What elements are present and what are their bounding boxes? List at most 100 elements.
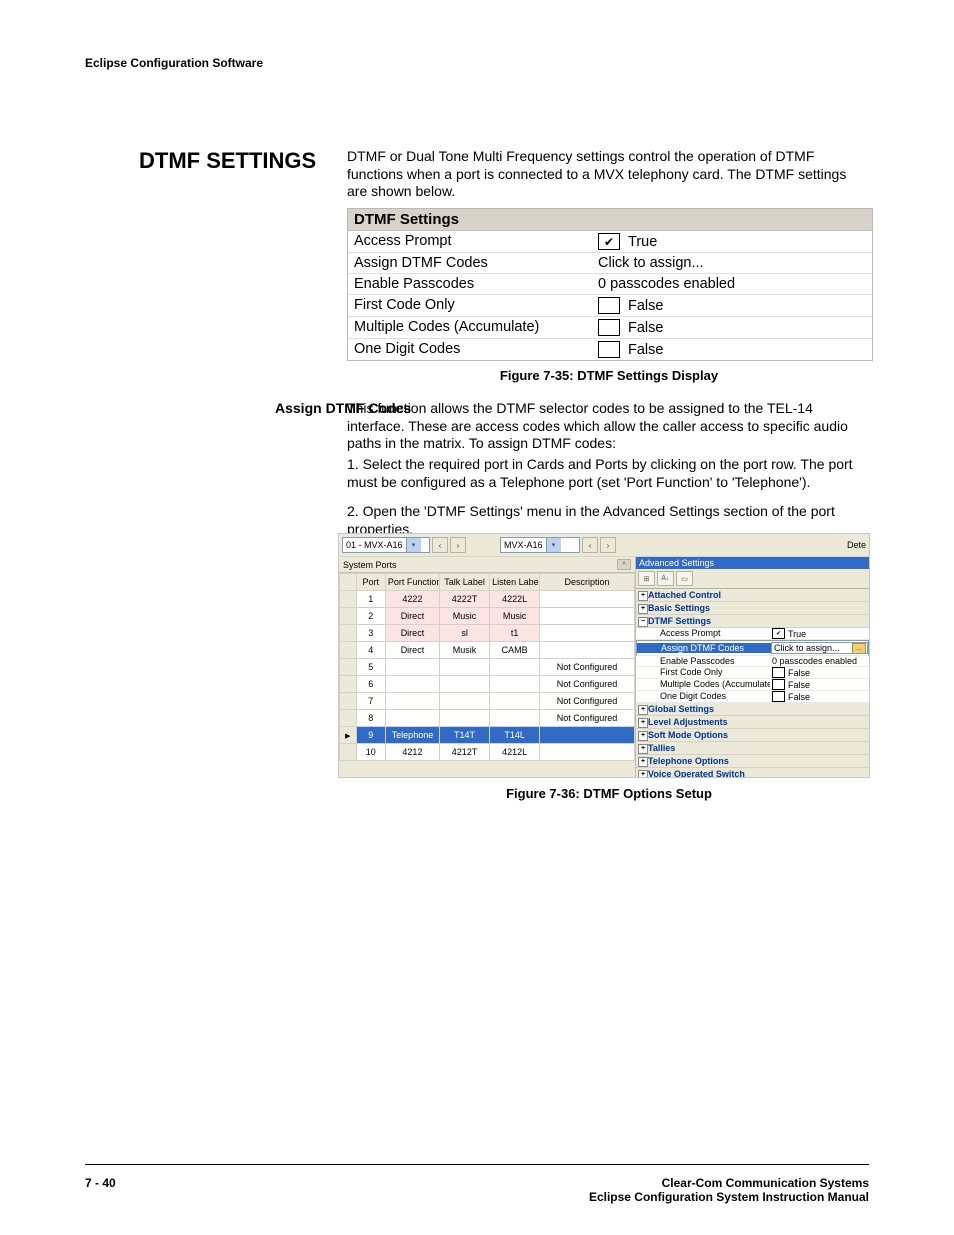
property-category[interactable]: +Tallies — [636, 742, 869, 755]
cell[interactable] — [540, 642, 635, 659]
expand-icon[interactable]: + — [638, 718, 648, 728]
property-value[interactable]: ✔True — [770, 628, 869, 639]
cell[interactable]: sl — [440, 625, 490, 642]
property-value[interactable]: Click to assign...… — [771, 642, 868, 654]
property-value[interactable]: False — [770, 667, 869, 678]
cell[interactable]: 4222T — [440, 591, 490, 608]
property-category[interactable]: +Soft Mode Options — [636, 729, 869, 742]
cell[interactable] — [540, 591, 635, 608]
device-select[interactable]: MVX-A16 ▾ — [500, 537, 580, 553]
cell[interactable]: 4212 — [385, 744, 439, 761]
cell[interactable]: t1 — [490, 625, 540, 642]
expand-icon[interactable]: + — [638, 591, 648, 601]
cell[interactable]: Music — [490, 608, 540, 625]
prev-device-button[interactable]: ‹ — [582, 537, 598, 553]
cell[interactable]: 8 — [356, 710, 385, 727]
cell[interactable] — [540, 727, 635, 744]
cell[interactable] — [385, 676, 439, 693]
cell[interactable]: Music — [440, 608, 490, 625]
cell[interactable] — [440, 693, 490, 710]
cell[interactable]: 7 — [356, 693, 385, 710]
row-selector[interactable] — [340, 642, 357, 659]
property-value[interactable]: 0 passcodes enabled — [770, 656, 869, 666]
cell[interactable]: Not Configured — [540, 693, 635, 710]
checkbox-icon[interactable]: ✔ — [598, 233, 620, 250]
checkbox-icon[interactable] — [598, 319, 620, 336]
chevron-down-icon[interactable]: ▾ — [406, 538, 421, 552]
table-row[interactable]: 5 Not Configured — [340, 659, 635, 676]
cell[interactable]: 10 — [356, 744, 385, 761]
table-row[interactable]: 3Directslt1 — [340, 625, 635, 642]
property-row[interactable]: Enable Passcodes0 passcodes enabled — [636, 656, 869, 667]
checkbox-icon[interactable] — [772, 691, 785, 702]
cell[interactable]: 3 — [356, 625, 385, 642]
row-selector[interactable] — [340, 591, 357, 608]
cell[interactable]: 1 — [356, 591, 385, 608]
expand-icon[interactable]: + — [638, 757, 648, 767]
property-category[interactable]: +Level Adjustments — [636, 716, 869, 729]
cell[interactable] — [540, 625, 635, 642]
cell[interactable]: 4222L — [490, 591, 540, 608]
cell[interactable] — [440, 676, 490, 693]
checkbox-icon[interactable] — [598, 341, 620, 358]
cell[interactable]: Musik — [440, 642, 490, 659]
cell[interactable]: 6 — [356, 676, 385, 693]
setting-value[interactable]: ✔True — [592, 231, 872, 252]
expand-icon[interactable]: + — [638, 604, 648, 614]
row-selector[interactable] — [340, 676, 357, 693]
cell[interactable]: 2 — [356, 608, 385, 625]
row-selector[interactable] — [340, 608, 357, 625]
property-value[interactable]: False — [770, 691, 869, 702]
column-header[interactable]: Listen Label — [490, 574, 540, 591]
expand-icon[interactable]: + — [638, 770, 648, 778]
checkbox-icon[interactable] — [772, 679, 785, 690]
prev-card-button[interactable]: ‹ — [432, 537, 448, 553]
cell[interactable]: CAMB — [490, 642, 540, 659]
property-category[interactable]: −DTMF Settings — [636, 615, 869, 628]
setting-value[interactable]: False — [592, 295, 872, 316]
cell[interactable] — [440, 710, 490, 727]
next-device-button[interactable]: › — [600, 537, 616, 553]
table-row[interactable]: ▶9TelephoneT14TT14L — [340, 727, 635, 744]
cell[interactable]: 4 — [356, 642, 385, 659]
cell[interactable]: Not Configured — [540, 659, 635, 676]
card-select[interactable]: 01 - MVX-A16 ▾ — [342, 537, 430, 553]
row-selector[interactable] — [340, 693, 357, 710]
property-category[interactable]: +Global Settings — [636, 703, 869, 716]
cell[interactable] — [490, 659, 540, 676]
row-selector[interactable] — [340, 625, 357, 642]
chevron-down-icon[interactable]: ▾ — [546, 538, 561, 552]
property-grid[interactable]: +Attached Control+Basic Settings−DTMF Se… — [636, 589, 869, 778]
cell[interactable] — [490, 676, 540, 693]
property-category[interactable]: +Voice Operated Switch — [636, 768, 869, 778]
table-row[interactable]: 6Not Configured — [340, 676, 635, 693]
categorized-icon[interactable]: ⊞ — [638, 571, 655, 586]
cell[interactable] — [385, 659, 439, 676]
ellipsis-button[interactable]: … — [852, 643, 866, 654]
property-category[interactable]: +Attached Control — [636, 589, 869, 602]
property-value[interactable]: False — [770, 679, 869, 690]
column-header[interactable]: Talk Label — [440, 574, 490, 591]
row-selector[interactable] — [340, 710, 357, 727]
table-row[interactable]: 7 Not Configured — [340, 693, 635, 710]
cell[interactable]: Not Configured — [540, 710, 635, 727]
property-row[interactable]: Assign DTMF CodesClick to assign...… — [636, 640, 869, 656]
property-row[interactable]: Access Prompt✔True — [636, 628, 869, 640]
setting-value[interactable]: False — [592, 317, 872, 338]
cell[interactable]: 4222 — [385, 591, 439, 608]
table-row[interactable]: 8 Not Configured — [340, 710, 635, 727]
column-header[interactable]: Port Function — [385, 574, 439, 591]
setting-value[interactable]: False — [592, 339, 872, 360]
cell[interactable] — [385, 710, 439, 727]
checkbox-icon[interactable] — [598, 297, 620, 314]
row-selector[interactable] — [340, 744, 357, 761]
column-header[interactable]: Description — [540, 574, 635, 591]
cell[interactable]: 5 — [356, 659, 385, 676]
cell[interactable]: T14T — [440, 727, 490, 744]
setting-value[interactable]: Click to assign... — [592, 253, 872, 273]
expand-icon[interactable]: + — [638, 705, 648, 715]
cell[interactable]: Telephone — [385, 727, 439, 744]
collapse-icon[interactable]: − — [638, 617, 648, 627]
property-category[interactable]: +Telephone Options — [636, 755, 869, 768]
table-row[interactable]: 4DirectMusikCAMB — [340, 642, 635, 659]
